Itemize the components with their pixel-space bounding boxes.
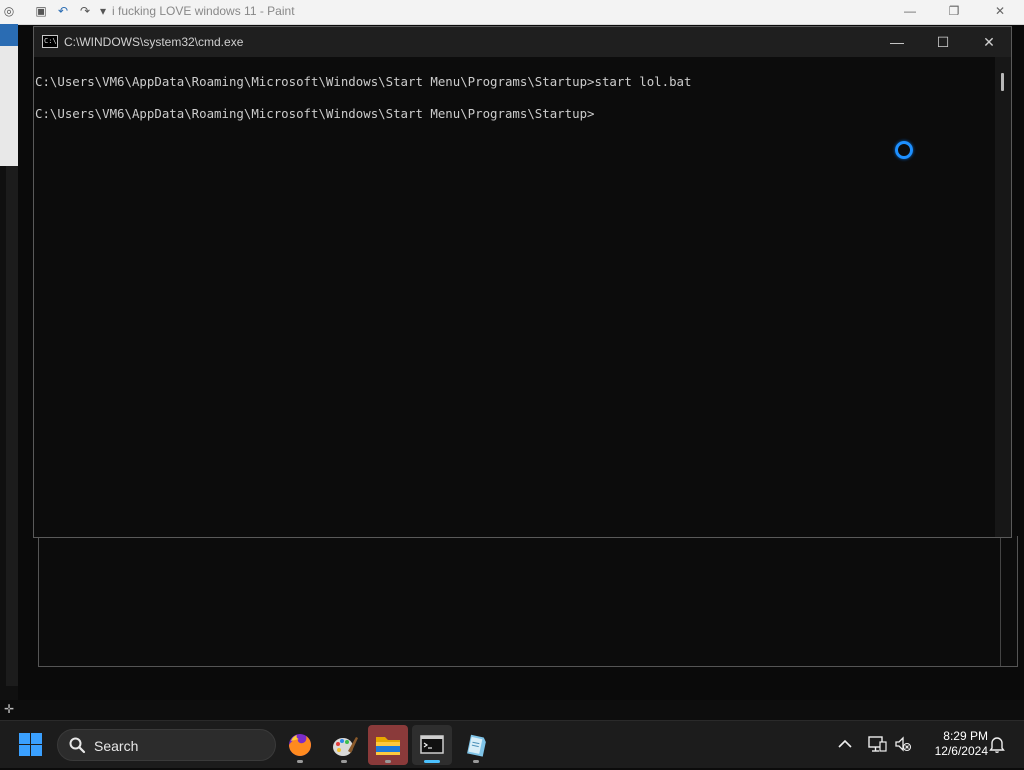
- undo-icon[interactable]: ↶: [56, 4, 70, 18]
- cmd-titlebar[interactable]: C:\ C:\WINDOWS\system32\cmd.exe — ☐ ✕: [34, 27, 1011, 57]
- loading-spinner-icon: [895, 141, 913, 159]
- cmd-window: C:\ C:\WINDOWS\system32\cmd.exe — ☐ ✕ C:…: [33, 26, 1012, 538]
- paint-window-title: i fucking LOVE windows 11 - Paint: [112, 4, 295, 18]
- save-icon[interactable]: ▣: [34, 4, 48, 18]
- scrollbar-thumb[interactable]: [1001, 73, 1004, 91]
- taskbar-app-command-prompt[interactable]: [412, 725, 452, 765]
- terminal-scrollbar[interactable]: [995, 57, 1011, 537]
- folder-icon: [376, 737, 400, 755]
- terminal-prompt-line: C:\Users\VM6\AppData\Roaming\Microsoft\W…: [35, 106, 595, 121]
- system-clock[interactable]: 8:29 PM 12/6/2024: [916, 729, 988, 759]
- redo-icon[interactable]: ↷: [78, 4, 92, 18]
- firefox-icon: [289, 734, 311, 756]
- quick-access-dropdown-icon[interactable]: ▾: [96, 4, 110, 18]
- taskbar-app-paint[interactable]: [324, 725, 364, 765]
- volume-muted-icon[interactable]: [892, 733, 914, 755]
- paint-status-bar: [0, 700, 1024, 720]
- paint-side-panel: [0, 24, 18, 704]
- search-box[interactable]: Search: [57, 729, 276, 761]
- terminal-output[interactable]: C:\Users\VM6\AppData\Roaming\Microsoft\W…: [34, 57, 994, 537]
- show-hidden-icons-chevron-icon[interactable]: [836, 734, 854, 754]
- paint-maximize-icon[interactable]: ❐: [944, 2, 964, 20]
- taskbar: Search 8:29 PM 12/6/2024: [0, 720, 1024, 768]
- close-button[interactable]: ✕: [966, 27, 1012, 57]
- maximize-button[interactable]: ☐: [920, 27, 966, 57]
- minimize-button[interactable]: —: [874, 27, 920, 57]
- paint-canvas[interactable]: [38, 536, 1018, 667]
- terminal-icon: [420, 735, 444, 754]
- paint-close-icon[interactable]: ✕: [990, 2, 1010, 20]
- taskbar-app-file-explorer[interactable]: [368, 725, 408, 765]
- clock-time: 8:29 PM: [943, 729, 988, 743]
- notepad-icon: [467, 734, 486, 757]
- cursor-position-icon: ✛: [4, 702, 15, 716]
- taskbar-app-firefox[interactable]: [280, 725, 320, 765]
- cmd-window-title: C:\WINDOWS\system32\cmd.exe: [64, 35, 244, 49]
- taskbar-app-notepad[interactable]: [456, 725, 496, 765]
- search-label: Search: [94, 738, 139, 754]
- notification-bell-icon[interactable]: [988, 734, 1006, 754]
- paint-titlebar: ◎ ▣ ↶ ↷ ▾ i fucking LOVE windows 11 - Pa…: [0, 0, 1024, 25]
- clock-date: 12/6/2024: [934, 744, 988, 758]
- paint-icon: [333, 737, 358, 756]
- paint-minimize-icon[interactable]: —: [900, 2, 920, 20]
- network-icon[interactable]: [866, 733, 888, 755]
- paint-app-icon: ◎: [3, 4, 15, 18]
- start-button[interactable]: [18, 733, 44, 757]
- cmd-app-icon: C:\: [42, 35, 58, 48]
- search-icon: [69, 737, 86, 754]
- terminal-line: C:\Users\VM6\AppData\Roaming\Microsoft\W…: [35, 74, 692, 89]
